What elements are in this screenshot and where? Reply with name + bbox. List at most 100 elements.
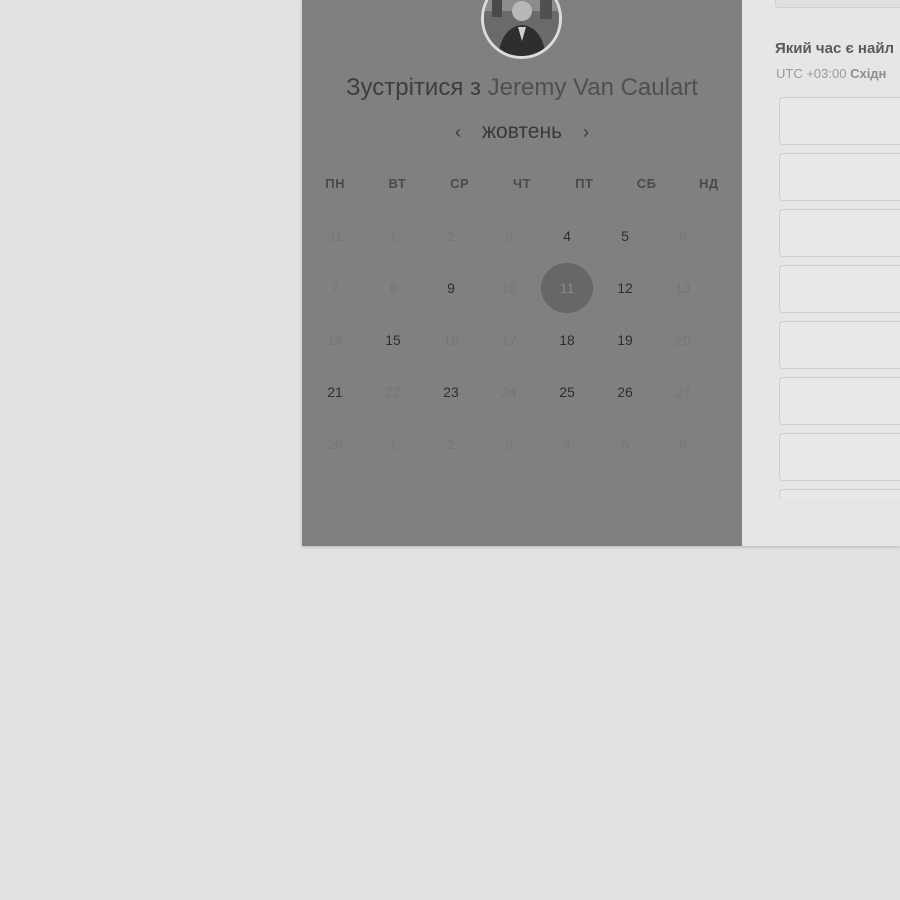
top-field — [775, 0, 900, 8]
booking-widget: Зустрітися з Jeremy Van Caulart ‹ жовтен… — [302, 0, 900, 546]
calendar-day[interactable]: 9 — [422, 262, 480, 314]
calendar-day-number: 2 — [447, 436, 455, 452]
weekday-label: ВТ — [388, 176, 407, 191]
calendar-day: 17 — [480, 314, 538, 366]
calendar-day: 28 — [306, 418, 364, 470]
calendar-day: 3 — [480, 210, 538, 262]
calendar-day-number: 22 — [385, 384, 401, 400]
calendar-day[interactable]: 21 — [306, 366, 364, 418]
calendar-day-number: 2 — [447, 228, 455, 244]
calendar-day: 20 — [654, 314, 712, 366]
meeting-title: Зустрітися з Jeremy Van Caulart — [302, 74, 742, 102]
calendar-day-number: 13 — [675, 280, 691, 296]
time-slot-button[interactable] — [779, 153, 900, 201]
calendar-day-number: 12 — [617, 280, 633, 296]
calendar-day-number: 27 — [675, 384, 691, 400]
calendar-day-number: 11 — [541, 263, 593, 313]
calendar-day-number: 31 — [327, 228, 343, 244]
time-slot-button[interactable] — [779, 489, 900, 499]
time-slot-panel: Який час є найл UTC +03:00 Східн — [742, 0, 900, 546]
calendar-panel: Зустрітися з Jeremy Van Caulart ‹ жовтен… — [302, 0, 742, 546]
time-slot-button[interactable] — [779, 97, 900, 145]
calendar-day-number: 26 — [617, 384, 633, 400]
calendar-day: 24 — [480, 366, 538, 418]
calendar-day: 22 — [364, 366, 422, 418]
time-slot-button[interactable] — [779, 209, 900, 257]
calendar-day: 6 — [654, 418, 712, 470]
weekday-label: ПТ — [575, 176, 594, 191]
month-label: жовтень — [481, 120, 563, 143]
calendar-day-number: 6 — [679, 436, 687, 452]
calendar-day-number: 9 — [447, 280, 455, 296]
timezone-name: Східн — [850, 66, 887, 81]
calendar-day: 13 — [654, 262, 712, 314]
calendar-day: 1 — [364, 418, 422, 470]
time-slot-button[interactable] — [779, 433, 900, 481]
calendar-day-number: 7 — [331, 280, 339, 296]
calendar-day: 16 — [422, 314, 480, 366]
host-avatar — [481, 0, 562, 59]
calendar-day: 2 — [422, 210, 480, 262]
weekday-label: ПН — [325, 176, 345, 191]
calendar-day-number: 6 — [679, 228, 687, 244]
calendar-day-number: 1 — [389, 436, 397, 452]
calendar-day[interactable]: 19 — [596, 314, 654, 366]
calendar-day-number: 20 — [675, 332, 691, 348]
calendar-day-number: 18 — [559, 332, 575, 348]
calendar-day: 3 — [480, 418, 538, 470]
weekday-label: СБ — [636, 176, 657, 191]
calendar-day: 14 — [306, 314, 364, 366]
calendar-day-number: 10 — [501, 280, 517, 296]
meeting-title-prefix: Зустрітися з — [346, 74, 481, 101]
calendar-day-number: 4 — [563, 436, 571, 452]
calendar-day-number: 19 — [617, 332, 633, 348]
calendar-day[interactable]: 23 — [422, 366, 480, 418]
time-slot-button[interactable] — [779, 377, 900, 425]
calendar-day[interactable]: 12 — [596, 262, 654, 314]
time-slot-list — [779, 97, 900, 499]
month-navigation: ‹ жовтень › — [302, 118, 742, 146]
time-slot-button[interactable] — [779, 265, 900, 313]
calendar-day-number: 4 — [563, 228, 571, 244]
calendar-day: 10 — [480, 262, 538, 314]
calendar-day: 6 — [654, 210, 712, 262]
calendar-day[interactable]: 18 — [538, 314, 596, 366]
calendar-day-number: 16 — [443, 332, 459, 348]
calendar-day: 2 — [422, 418, 480, 470]
time-question-heading: Який час є найл — [775, 40, 895, 57]
calendar-day-number: 23 — [443, 384, 459, 400]
calendar-day: 27 — [654, 366, 712, 418]
calendar-day-number: 3 — [505, 228, 513, 244]
timezone-offset: UTC +03:00 — [776, 66, 847, 81]
calendar-day: 1 — [364, 210, 422, 262]
weekday-label: СР — [450, 176, 470, 191]
calendar-day[interactable]: 15 — [364, 314, 422, 366]
host-name: Jeremy Van Caulart — [487, 74, 698, 101]
calendar-day-number: 24 — [501, 384, 517, 400]
calendar-day: 4 — [538, 418, 596, 470]
calendar-day-number: 5 — [621, 228, 629, 244]
calendar-day-number: 17 — [501, 332, 517, 348]
calendar-day-number: 1 — [389, 228, 397, 244]
calendar-day[interactable]: 5 — [596, 210, 654, 262]
calendar-day: 31 — [306, 210, 364, 262]
chevron-right-icon[interactable]: › — [568, 118, 604, 146]
host-photo — [484, 0, 559, 56]
calendar-day-number: 28 — [327, 436, 343, 452]
calendar-days-grid: 31 1 2 3 4 5 6 7 8 9 10 11 12 13 14 15 16 17 18 19 20 21 22 23 2… — [302, 210, 742, 470]
calendar-day: 8 — [364, 262, 422, 314]
calendar-day-number: 3 — [505, 436, 513, 452]
calendar-day[interactable]: 4 — [538, 210, 596, 262]
chevron-left-icon[interactable]: ‹ — [440, 118, 476, 146]
calendar-day-number: 14 — [327, 332, 343, 348]
calendar-day-number: 5 — [621, 436, 629, 452]
calendar-day[interactable]: 26 — [596, 366, 654, 418]
calendar-day[interactable]: 25 — [538, 366, 596, 418]
calendar-day-number: 15 — [385, 332, 401, 348]
calendar-day-selected[interactable]: 11 — [538, 262, 596, 314]
weekday-label: ЧТ — [512, 176, 532, 191]
calendar-day: 5 — [596, 418, 654, 470]
time-slot-button[interactable] — [779, 321, 900, 369]
weekday-label: НД — [699, 176, 719, 191]
timezone-line[interactable]: UTC +03:00 Східн — [776, 66, 886, 81]
